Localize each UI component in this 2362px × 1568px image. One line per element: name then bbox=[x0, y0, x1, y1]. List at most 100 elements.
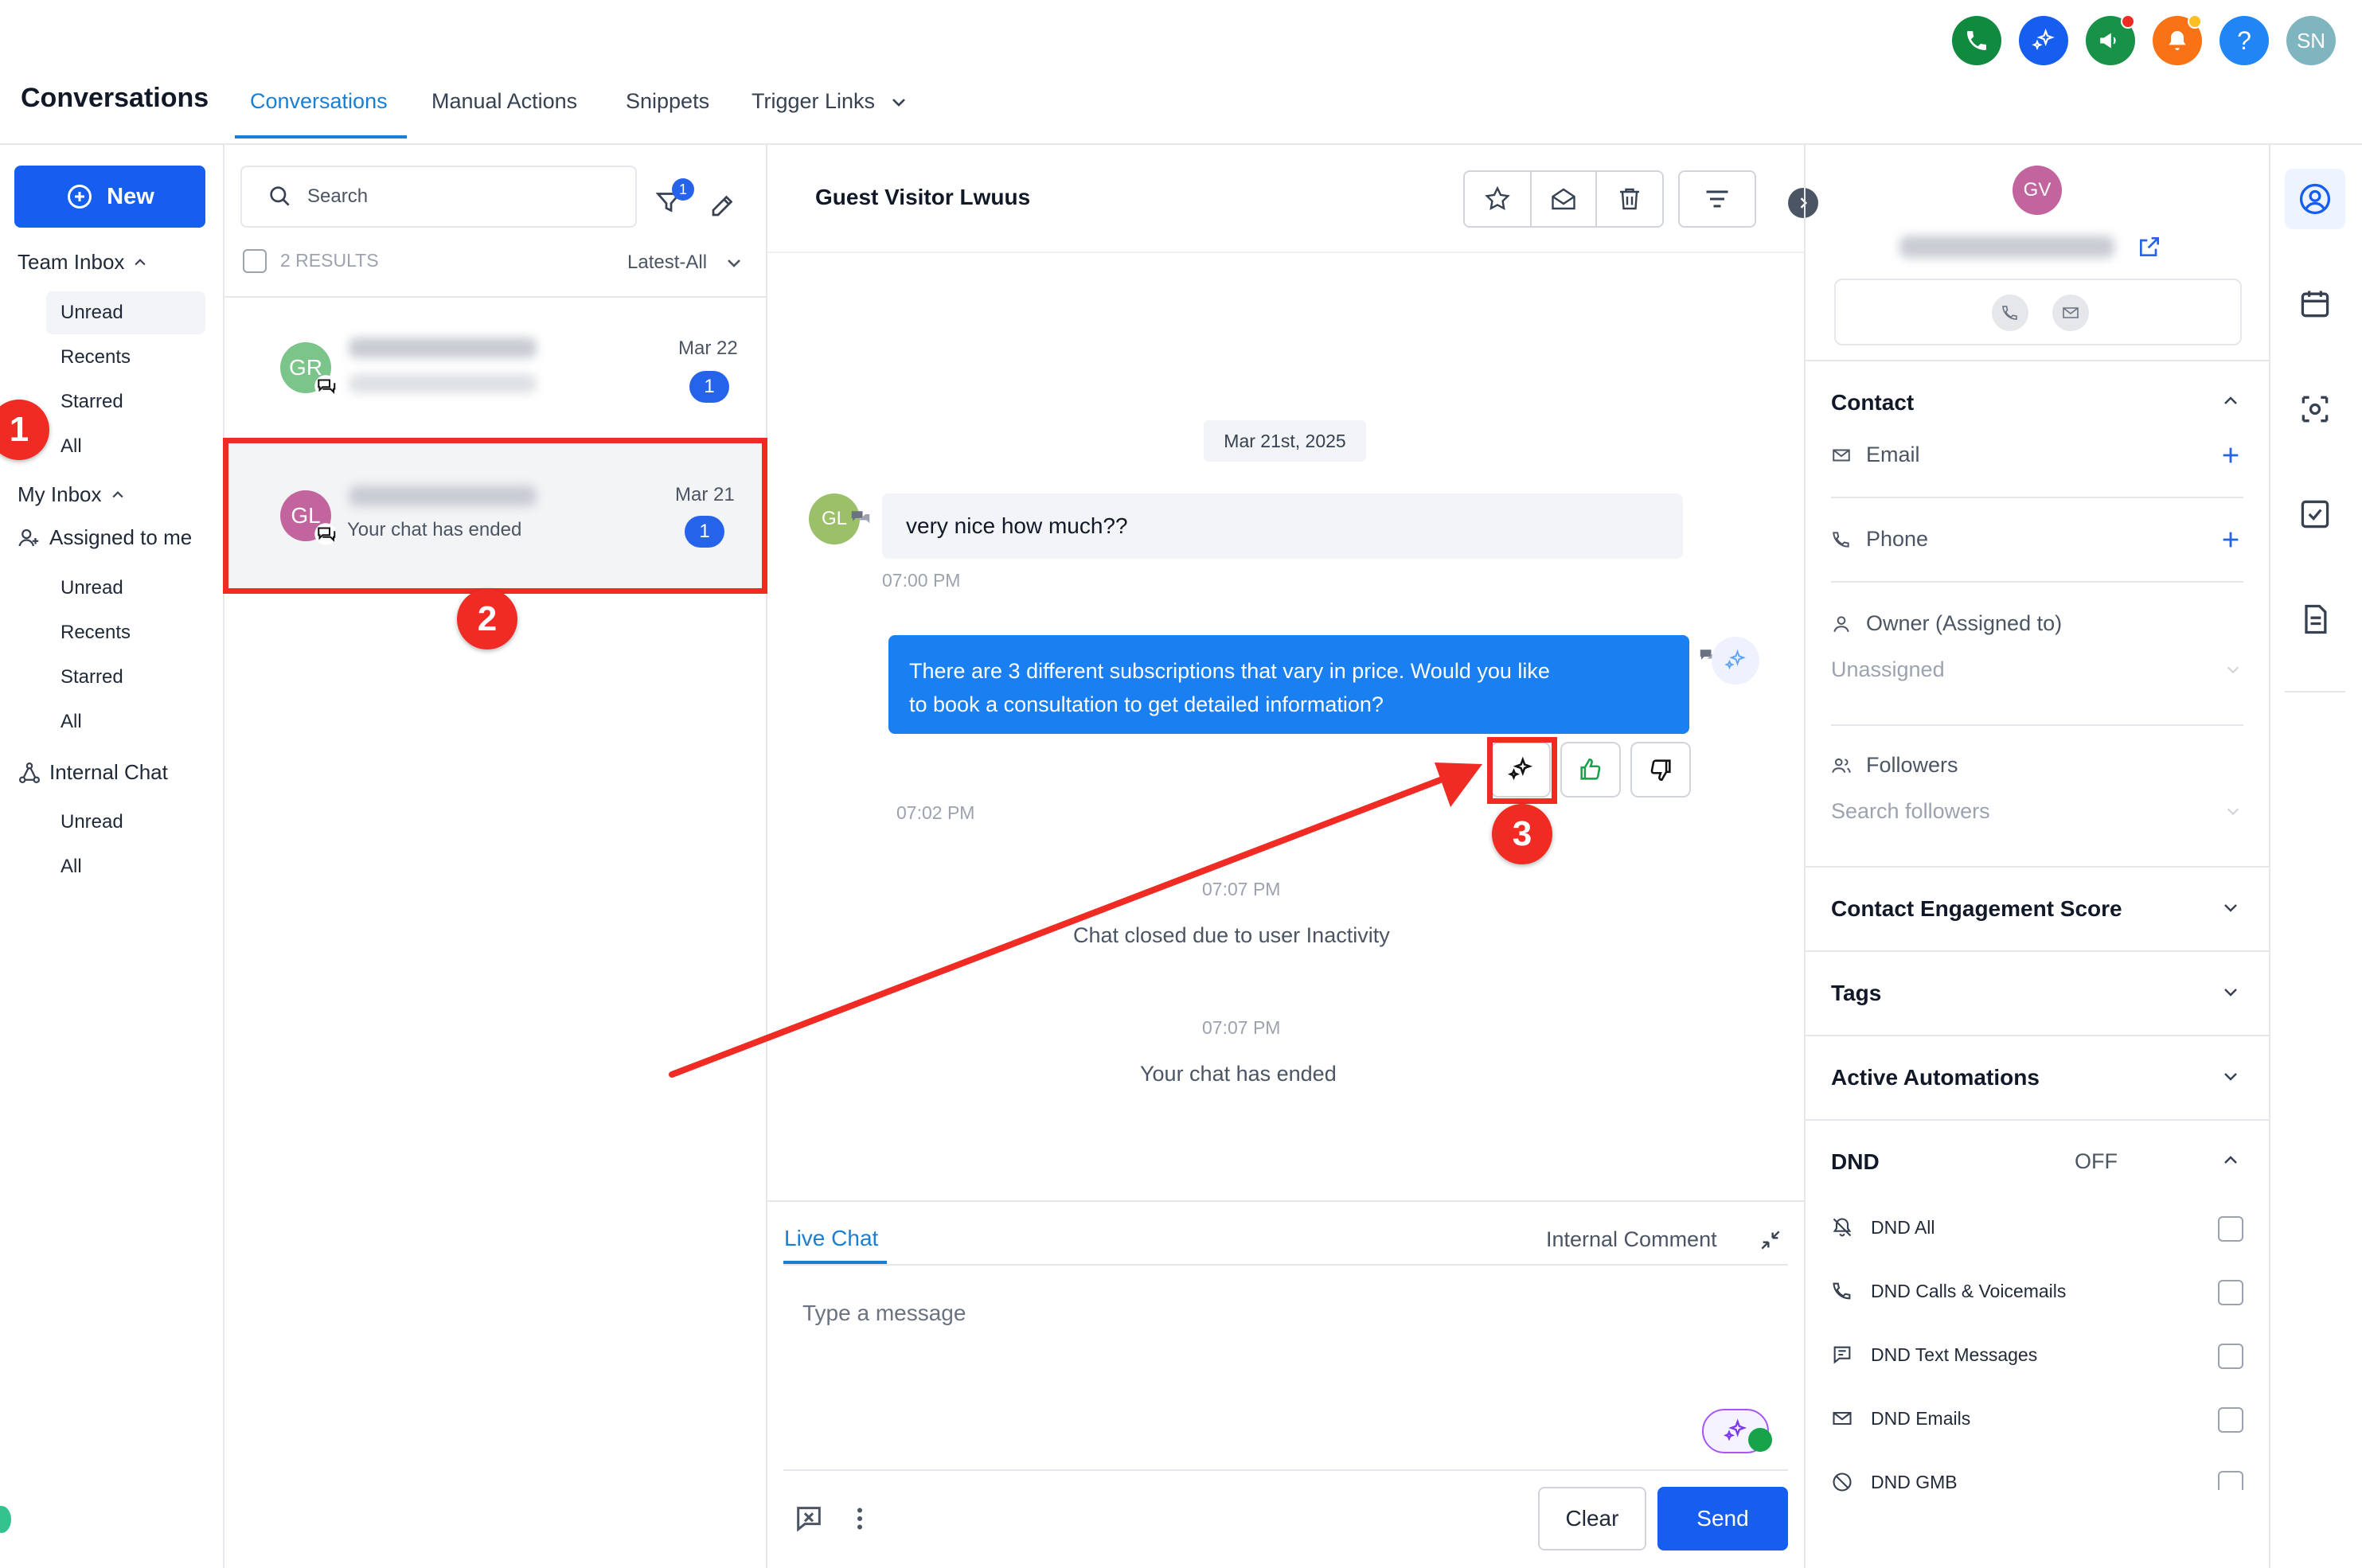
more-options-icon[interactable] bbox=[845, 1503, 874, 1535]
sort-dropdown[interactable]: Latest-All bbox=[627, 252, 744, 274]
thumbs-up-button[interactable] bbox=[1560, 742, 1621, 798]
message-close-icon[interactable] bbox=[793, 1503, 825, 1535]
followers-search[interactable]: Search followers bbox=[1831, 799, 1990, 824]
dnd-all-checkbox[interactable] bbox=[2218, 1216, 2243, 1242]
email-contact-button[interactable] bbox=[2052, 294, 2089, 331]
app-title: Conversations bbox=[21, 83, 209, 113]
select-all-checkbox[interactable] bbox=[243, 249, 267, 273]
chevron-up-icon[interactable] bbox=[2221, 392, 2240, 411]
chevron-down-icon[interactable] bbox=[2221, 982, 2240, 1001]
chat-channel-icon bbox=[314, 375, 337, 397]
team-inbox-header[interactable]: Team Inbox bbox=[18, 250, 148, 275]
outgoing-line-1: There are 3 different subscriptions that… bbox=[909, 659, 1550, 683]
call-contact-button[interactable] bbox=[1992, 294, 2028, 331]
user-avatar[interactable]: SN bbox=[2286, 16, 2336, 65]
bell-icon[interactable] bbox=[2153, 14, 2202, 65]
team-inbox-unread[interactable]: Unread bbox=[61, 302, 123, 324]
compose-button[interactable] bbox=[709, 191, 737, 224]
bell-off-icon bbox=[1833, 1218, 1852, 1237]
tasks-icon[interactable] bbox=[2285, 484, 2345, 544]
phone-field[interactable]: Phone bbox=[1831, 527, 1928, 552]
megaphone-icon[interactable] bbox=[2086, 14, 2135, 65]
mark-read-button[interactable] bbox=[1530, 170, 1597, 228]
outgoing-message: There are 3 different subscriptions that… bbox=[888, 635, 1689, 734]
send-button[interactable]: Send bbox=[1657, 1487, 1788, 1550]
dnd-text-checkbox[interactable] bbox=[2218, 1344, 2243, 1369]
notes-icon[interactable] bbox=[2285, 589, 2345, 649]
internal-chat-unread[interactable]: Unread bbox=[61, 811, 123, 833]
divider bbox=[1804, 1119, 2270, 1121]
tags-section[interactable]: Tags bbox=[1831, 981, 1881, 1006]
chevron-down-icon bbox=[2227, 666, 2239, 674]
tab-trigger-links[interactable]: Trigger Links bbox=[752, 89, 908, 114]
collapse-icon[interactable] bbox=[1758, 1227, 1783, 1253]
chevron-down-icon[interactable] bbox=[2221, 898, 2240, 917]
thumbs-down-button[interactable] bbox=[1630, 742, 1691, 798]
active-automations-section[interactable]: Active Automations bbox=[1831, 1065, 2040, 1090]
assigned-to-me[interactable]: Assigned to me bbox=[18, 525, 192, 550]
my-inbox-header[interactable]: My Inbox bbox=[18, 482, 126, 507]
divider bbox=[1831, 724, 2243, 726]
filter-button[interactable]: 1 bbox=[654, 178, 694, 216]
team-inbox-recents[interactable]: Recents bbox=[61, 346, 131, 369]
search-input[interactable]: Search bbox=[240, 166, 637, 228]
followers-label: Followers bbox=[1866, 753, 1958, 777]
my-inbox-recents[interactable]: Recents bbox=[61, 622, 131, 644]
message-icon bbox=[1833, 1346, 1851, 1364]
internal-chat-header[interactable]: Internal Chat bbox=[18, 760, 168, 785]
opportunities-icon[interactable] bbox=[2285, 379, 2345, 439]
tab-manual-actions[interactable]: Manual Actions bbox=[431, 89, 577, 114]
tab-internal-comment[interactable]: Internal Comment bbox=[1546, 1227, 1717, 1252]
phone-icon[interactable] bbox=[1952, 16, 2001, 65]
message-input-placeholder[interactable]: Type a message bbox=[802, 1301, 966, 1326]
contact-section-title[interactable]: Contact bbox=[1831, 390, 1914, 415]
clear-button[interactable]: Clear bbox=[1538, 1487, 1646, 1550]
help-icon[interactable]: ? bbox=[2219, 16, 2269, 65]
my-inbox-unread[interactable]: Unread bbox=[61, 577, 123, 599]
contact-profile-icon[interactable] bbox=[2285, 169, 2345, 229]
tab-live-chat[interactable]: Live Chat bbox=[784, 1226, 878, 1251]
internal-chat-label: Internal Chat bbox=[49, 760, 168, 784]
email-field[interactable]: Email bbox=[1831, 443, 1920, 467]
mail-icon bbox=[1833, 1411, 1852, 1426]
calendar-icon[interactable] bbox=[2285, 274, 2345, 334]
team-inbox-starred[interactable]: Starred bbox=[61, 391, 123, 413]
divider bbox=[1804, 1035, 2270, 1036]
conversation-item[interactable]: GR Mar 22 1 bbox=[224, 298, 767, 441]
chevron-down-icon[interactable] bbox=[2221, 1067, 2240, 1086]
owner-select[interactable]: Unassigned bbox=[1831, 657, 1945, 682]
add-phone-icon[interactable] bbox=[2219, 529, 2242, 551]
external-link-icon[interactable] bbox=[2137, 234, 2162, 259]
ai-sparkle-icon[interactable] bbox=[2019, 16, 2068, 65]
dnd-section[interactable]: DND bbox=[1831, 1149, 1880, 1175]
phone-label: Phone bbox=[1866, 527, 1929, 551]
chevron-up-icon[interactable] bbox=[2221, 1151, 2240, 1170]
ai-sparkle-icon bbox=[1723, 1418, 1747, 1441]
ai-agent-avatar bbox=[1712, 637, 1759, 685]
annotation-highlight-box bbox=[223, 438, 767, 594]
add-email-icon[interactable] bbox=[2219, 444, 2242, 466]
dnd-emails-row: DND Emails bbox=[1831, 1407, 1970, 1430]
internal-chat-all[interactable]: All bbox=[61, 856, 82, 878]
filter-messages-button[interactable] bbox=[1678, 170, 1756, 228]
new-conversation-button[interactable]: New bbox=[14, 166, 205, 228]
dnd-gmb-checkbox[interactable] bbox=[2218, 1471, 2243, 1490]
engagement-score-section[interactable]: Contact Engagement Score bbox=[1831, 896, 2122, 922]
tab-conversations[interactable]: Conversations bbox=[250, 89, 388, 114]
contact-actions-card bbox=[1834, 279, 2242, 345]
dnd-emails-checkbox[interactable] bbox=[2218, 1407, 2243, 1433]
delete-button[interactable] bbox=[1595, 170, 1664, 228]
team-inbox-all[interactable]: All bbox=[61, 435, 82, 458]
my-inbox-starred[interactable]: Starred bbox=[61, 666, 123, 688]
thumbs-up-icon bbox=[1580, 758, 1601, 780]
dnd-calls-checkbox[interactable] bbox=[2218, 1280, 2243, 1305]
star-button[interactable] bbox=[1463, 170, 1532, 228]
search-placeholder: Search bbox=[307, 185, 369, 207]
dnd-calls-label: DND Calls & Voicemails bbox=[1871, 1280, 2067, 1301]
annotation-step-2: 2 bbox=[457, 589, 517, 649]
dnd-text-row: DND Text Messages bbox=[1831, 1344, 2037, 1366]
my-inbox-all[interactable]: All bbox=[61, 711, 82, 733]
trash-icon bbox=[1620, 188, 1639, 210]
tab-snippets[interactable]: Snippets bbox=[626, 89, 709, 114]
incoming-message: very nice how much?? bbox=[882, 493, 1683, 559]
